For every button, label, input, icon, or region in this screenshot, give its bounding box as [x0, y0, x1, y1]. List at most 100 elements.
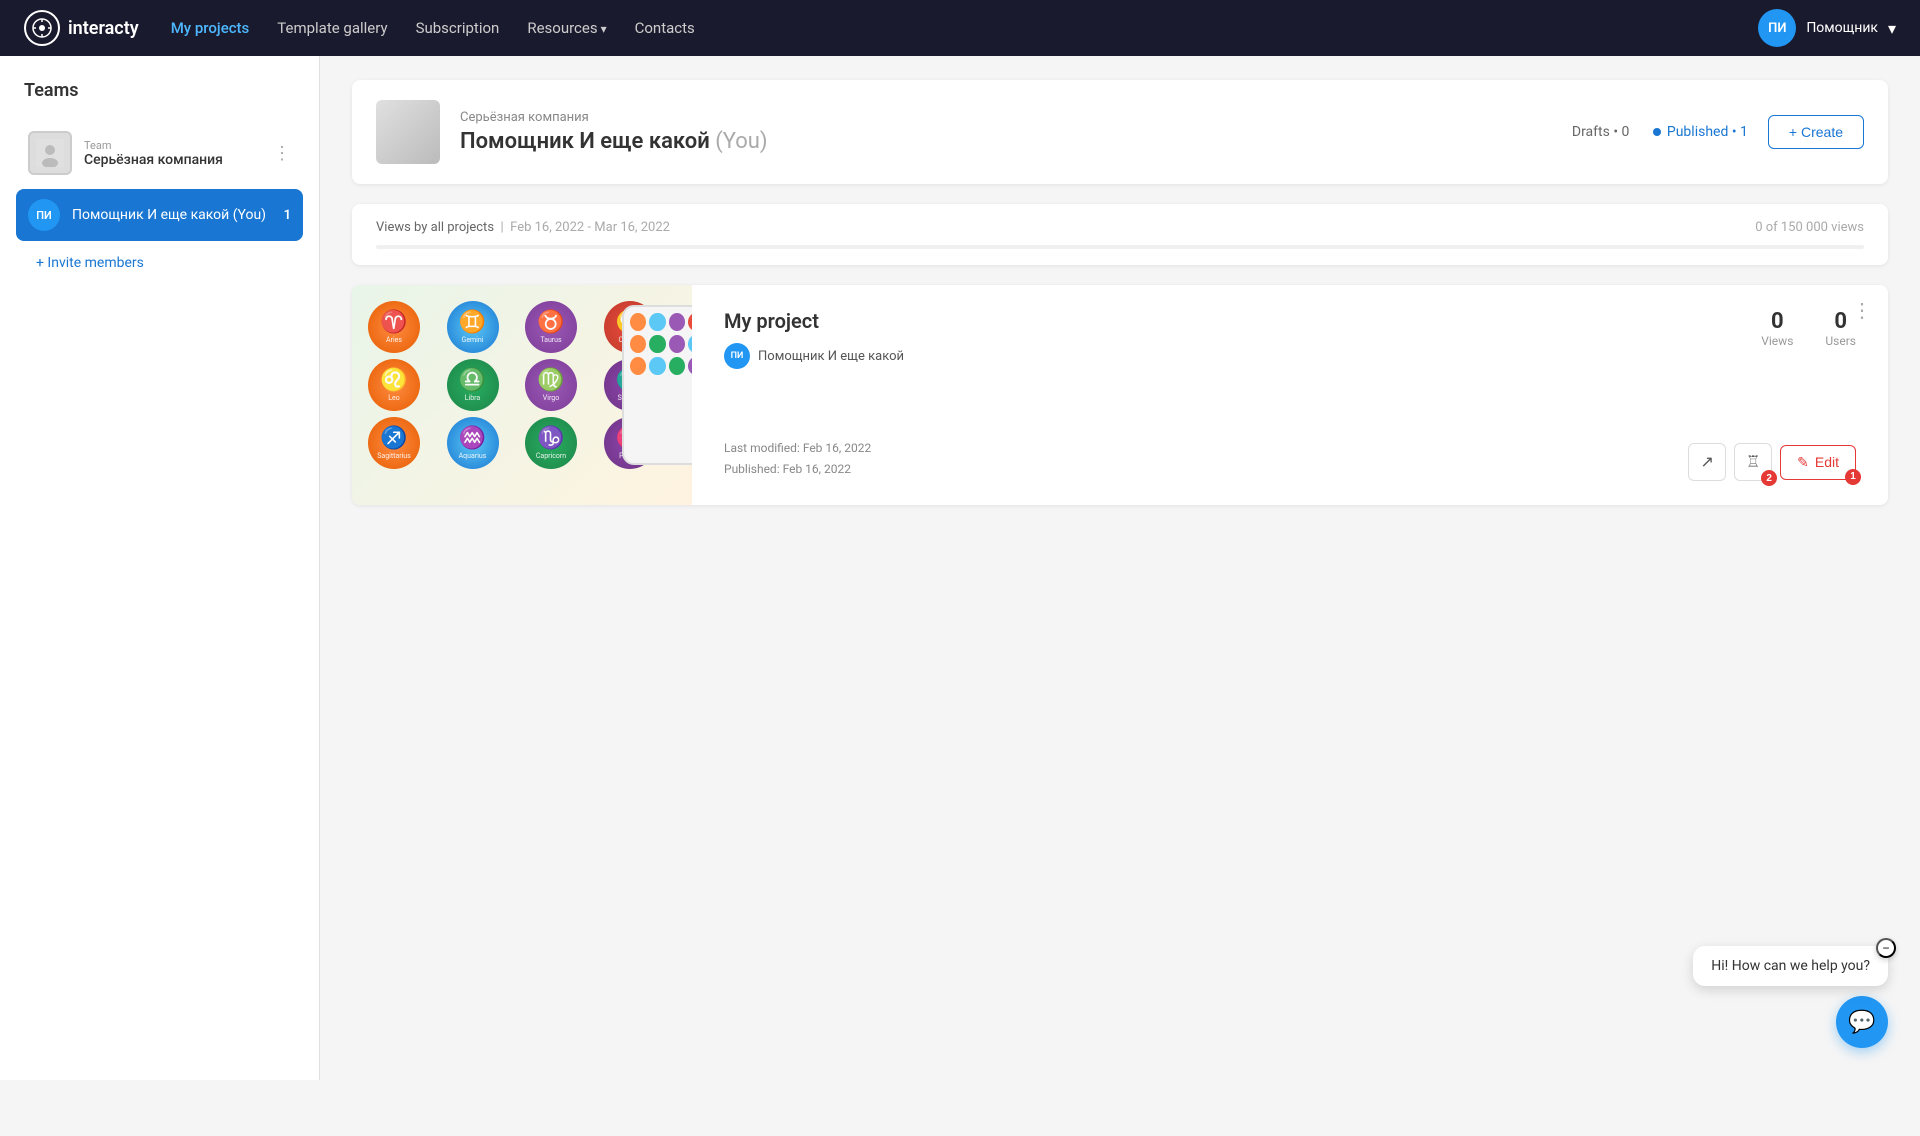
member-name: Помощник И еще какой (You) — [72, 207, 272, 223]
drafts-stat: Drafts • 0 — [1572, 124, 1630, 140]
you-label: (You) — [715, 129, 767, 154]
card-bottom: Last modified: Feb 16, 2022 Published: F… — [724, 438, 1856, 481]
views-value: 0 — [1761, 309, 1793, 334]
chat-bubble-wrapper: Hi! How can we help you? − — [1693, 946, 1888, 986]
invite-members-button[interactable]: + Invite members — [16, 245, 303, 281]
nav-contacts[interactable]: Contacts — [635, 19, 695, 37]
user-avatar: ПИ — [1758, 9, 1796, 47]
drafts-count: 0 — [1622, 124, 1630, 140]
project-preview: ♈Aries♊Gemini♉Taurus♋Cancer♌Leo♎Libra♍Vi… — [352, 285, 692, 505]
zodiac-gemini: ♊Gemini — [447, 301, 499, 353]
team-avatar — [28, 131, 72, 175]
published-count: 1 — [1740, 124, 1748, 140]
published-date-row: Published: Feb 16, 2022 — [724, 459, 871, 481]
phone-dot-4 — [688, 313, 692, 331]
project-header: Серьёзная компания Помощник И еще какой … — [352, 80, 1888, 184]
views-bar-top: Views by all projects | Feb 16, 2022 - M… — [376, 220, 1864, 235]
sidebar-member-item[interactable]: ПИ Помощник И еще какой (You) 1 — [16, 189, 303, 241]
card-stats: 0 Views 0 Users — [1761, 309, 1856, 348]
card-title-section: My project ПИ Помощник И еще какой — [724, 309, 1741, 369]
chat-message-bubble: Hi! How can we help you? — [1693, 946, 1888, 986]
member-count: 1 — [284, 208, 291, 223]
project-title: Помощник И еще какой (You) — [460, 129, 1552, 154]
phone-dot-11 — [669, 357, 685, 375]
nav-links: My projects Template gallery Subscriptio… — [171, 19, 1727, 37]
project-stats: Drafts • 0 Published • 1 — [1572, 124, 1748, 140]
date-range: | Feb 16, 2022 - Mar 16, 2022 — [497, 220, 670, 235]
logo-icon — [24, 10, 60, 46]
phone-dot-1 — [630, 313, 646, 331]
thumbnail-image — [376, 100, 440, 164]
phone-dot-2 — [649, 313, 665, 331]
team-name: Серьёзная компания — [84, 152, 261, 168]
zodiac-capricorn: ♑Capricorn — [525, 417, 577, 469]
card-actions: ↗ ♖ 2 ✎ Edit 1 — [1688, 443, 1856, 481]
nav-resources[interactable]: Resources — [527, 19, 606, 37]
team-info: Team Серьёзная компания — [84, 139, 261, 168]
published-stat[interactable]: Published • 1 — [1653, 124, 1748, 140]
team-label: Team — [84, 139, 261, 152]
navbar: interacty My projects Template gallery S… — [0, 0, 1920, 56]
card-info: My project ПИ Помощник И еще какой 0 Vie… — [692, 285, 1888, 505]
sidebar-team-item[interactable]: Team Серьёзная компания ⋮ — [16, 121, 303, 185]
phone-dot-5 — [630, 335, 646, 353]
zodiac-aries: ♈Aries — [368, 301, 420, 353]
published-date-value: Feb 16, 2022 — [783, 462, 851, 476]
card-more-button[interactable]: ⋮ — [1852, 301, 1872, 321]
logo-text: interacty — [68, 18, 139, 39]
logo[interactable]: interacty — [24, 10, 139, 46]
last-modified-label: Last modified: — [724, 441, 800, 455]
zodiac-leo: ♌Leo — [368, 359, 420, 411]
create-button[interactable]: + Create — [1768, 115, 1864, 149]
views-count: 0 of 150 000 views — [1755, 220, 1864, 235]
card-project-name: My project — [724, 309, 1741, 333]
nav-subscription[interactable]: Subscription — [416, 19, 500, 37]
phone-preview — [622, 305, 692, 465]
card-author: ПИ Помощник И еще какой — [724, 343, 1741, 369]
author-name: Помощник И еще какой — [758, 349, 904, 364]
zodiac-aquarius: ♒Aquarius — [447, 417, 499, 469]
phone-dot-9 — [630, 357, 646, 375]
analytics-icon: ♖ — [1746, 452, 1760, 472]
external-link-button[interactable]: ↗ — [1688, 443, 1726, 481]
external-link-icon: ↗ — [1700, 452, 1713, 472]
card-top: My project ПИ Помощник И еще какой 0 Vie… — [724, 309, 1856, 369]
views-label: Views by all projects | Feb 16, 2022 - M… — [376, 220, 670, 235]
analytics-badge: 2 — [1761, 470, 1777, 486]
published-label: Published — [1667, 124, 1728, 140]
company-name: Серьёзная компания — [460, 110, 1552, 125]
messenger-icon: 💬 — [1848, 1010, 1875, 1035]
published-date-label: Published: — [724, 462, 780, 476]
phone-dot-6 — [649, 335, 665, 353]
users-stat-label: Users — [1825, 334, 1856, 348]
edit-badge: 1 — [1845, 469, 1861, 485]
invite-label: + Invite members — [36, 255, 144, 271]
zodiac-sagittarius: ♐Sagittarius — [368, 417, 420, 469]
chat-open-button[interactable]: 💬 — [1836, 996, 1888, 1048]
team-more-icon[interactable]: ⋮ — [273, 143, 291, 164]
chat-close-button[interactable]: − — [1876, 938, 1896, 958]
phone-dot-3 — [669, 313, 685, 331]
edit-label: Edit — [1815, 454, 1839, 470]
views-progress-bar — [376, 245, 1864, 249]
chat-widget: Hi! How can we help you? − 💬 — [1693, 946, 1888, 1048]
card-stat-views: 0 Views — [1761, 309, 1793, 348]
user-name: Помощник — [1806, 20, 1878, 36]
nav-template-gallery[interactable]: Template gallery — [277, 19, 387, 37]
phone-dot-8 — [688, 335, 692, 353]
project-title-text: Помощник И еще какой — [460, 129, 710, 154]
project-thumbnail — [376, 100, 440, 164]
main-content: Серьёзная компания Помощник И еще какой … — [320, 56, 1920, 1080]
user-menu[interactable]: ПИ Помощник ▾ — [1758, 9, 1896, 47]
drafts-label: Drafts — [1572, 124, 1610, 140]
analytics-button[interactable]: ♖ 2 — [1734, 443, 1772, 481]
views-bar: Views by all projects | Feb 16, 2022 - M… — [352, 204, 1888, 265]
chevron-down-icon: ▾ — [1888, 19, 1896, 38]
sidebar: Teams Team Серьёзная компания ⋮ ПИ Помощ… — [0, 56, 320, 1080]
member-avatar: ПИ — [28, 199, 60, 231]
author-avatar: ПИ — [724, 343, 750, 369]
edit-button[interactable]: ✎ Edit 1 — [1780, 445, 1856, 480]
page-layout: Teams Team Серьёзная компания ⋮ ПИ Помощ… — [0, 56, 1920, 1080]
nav-my-projects[interactable]: My projects — [171, 19, 250, 37]
card-dates: Last modified: Feb 16, 2022 Published: F… — [724, 438, 871, 481]
